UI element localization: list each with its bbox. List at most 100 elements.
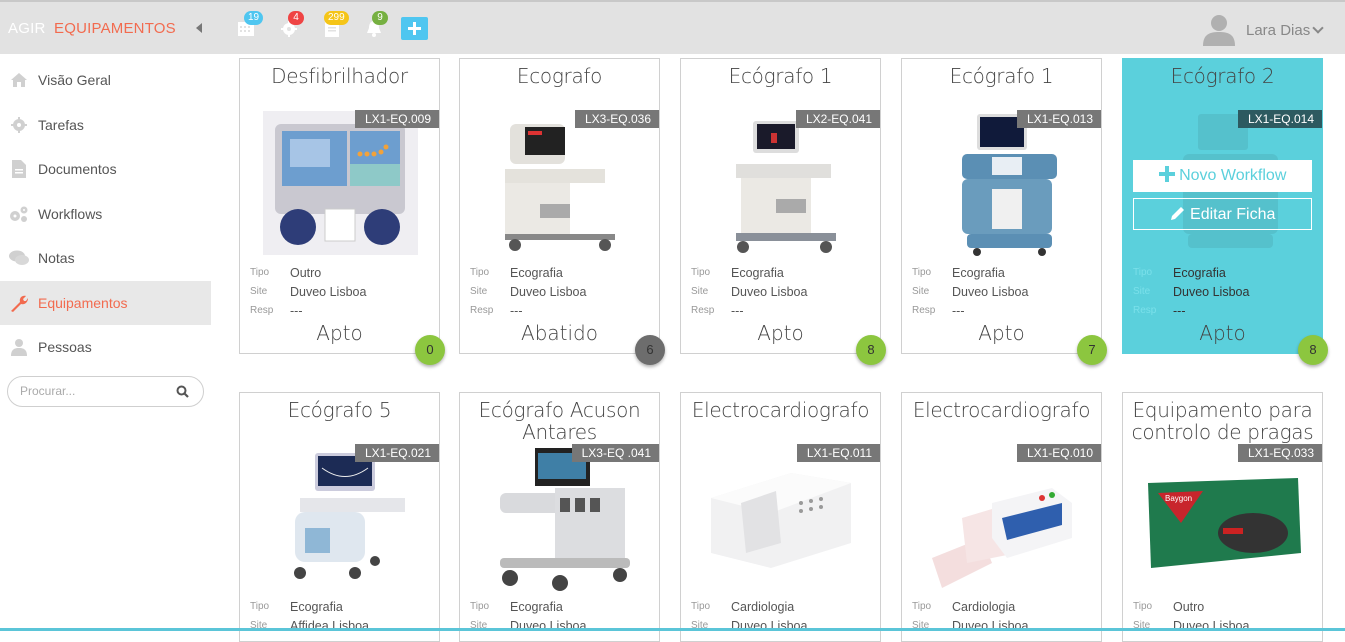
document-badge: 299	[324, 11, 349, 25]
sidebar-item-label: Visão Geral	[38, 72, 111, 89]
svg-text:Baygon: Baygon	[1165, 494, 1192, 503]
equipment-code: LX1-EQ.033	[1237, 444, 1322, 462]
resp-label: Resp	[470, 305, 494, 316]
equipment-image	[922, 443, 1082, 591]
card-details: Tipo Ecografia Site Duveo Lisboa Resp ---	[691, 263, 871, 320]
equipment-card[interactable]: Ecógrafo 5 LX1-EQ.021 Tipo Ecografia Site…	[239, 392, 440, 642]
equipment-code: LX3-EQ.036	[574, 110, 659, 128]
tipo-label: Tipo	[912, 267, 932, 278]
tipo-value: Outro	[1173, 599, 1205, 614]
equipment-card-hovered[interactable]: Ecógrafo 2 LX1-EQ.014 Novo Workflow Edit…	[1122, 58, 1328, 365]
user-icon	[8, 337, 30, 357]
equipment-image	[480, 443, 640, 591]
equipment-image	[922, 109, 1082, 257]
resp-label: Resp	[1133, 305, 1157, 316]
bell-icon[interactable]: 9	[364, 11, 388, 40]
equipment-image	[260, 109, 420, 257]
top-bar: AGIR EQUIPAMENTOS 19 4 299 9 Lara Dias	[0, 0, 1345, 54]
workflow-count-badge[interactable]: 6	[635, 335, 665, 365]
resp-label: Resp	[250, 305, 274, 316]
document-icon	[8, 159, 30, 179]
gear-icon	[8, 115, 30, 135]
document-icon[interactable]: 299	[322, 11, 349, 40]
user-menu[interactable]: Lara Dias	[1202, 14, 1324, 46]
site-value: Duveo Lisboa	[290, 284, 367, 299]
calendar-icon[interactable]: 19	[236, 11, 264, 40]
search-input[interactable]	[20, 383, 170, 398]
status-text: Apto	[1199, 321, 1246, 345]
status-text: Abatido	[521, 321, 598, 345]
workflow-count-badge[interactable]: 7	[1077, 335, 1107, 365]
site-value: Duveo Lisboa	[731, 284, 808, 299]
sidebar-item-documentos[interactable]: Documentos	[0, 147, 211, 192]
resp-value: ---	[510, 303, 523, 318]
workflow-count-badge[interactable]: 8	[1298, 335, 1328, 365]
collapse-sidebar-icon[interactable]	[196, 23, 202, 33]
new-workflow-button[interactable]: Novo Workflow	[1133, 160, 1312, 192]
site-label: Site	[250, 286, 268, 297]
sidebar-item-pessoas[interactable]: Pessoas	[0, 325, 211, 370]
card-title: Ecografo	[516, 64, 603, 88]
card-title: Electrocardiografo	[691, 398, 870, 422]
equipment-card[interactable]: Equipamento para controlo de pragas LX1-…	[1122, 392, 1323, 642]
avatar-icon	[1202, 14, 1236, 46]
equipment-image	[260, 443, 420, 591]
resp-value: ---	[952, 303, 965, 318]
tipo-label: Tipo	[691, 267, 711, 278]
site-label: Site	[470, 286, 488, 297]
add-button[interactable]	[401, 17, 428, 40]
pencil-icon	[1170, 207, 1184, 220]
edit-record-button[interactable]: Editar Ficha	[1133, 198, 1312, 230]
equipment-code: LX2-EQ.041	[795, 110, 880, 128]
sidebar-item-equipamentos[interactable]: Equipamentos	[0, 280, 211, 325]
sidebar-item-visao-geral[interactable]: Visão Geral	[0, 58, 211, 103]
equipment-code: LX1-EQ.010	[1016, 444, 1101, 462]
site-value: Duveo Lisboa	[952, 284, 1029, 299]
equipment-image	[480, 109, 640, 257]
search-icon[interactable]	[176, 385, 189, 398]
resp-value: ---	[731, 303, 744, 318]
gears-icon	[8, 204, 30, 224]
equipment-code: LX1-EQ.014	[1237, 110, 1322, 128]
sidebar-item-label: Equipamentos	[38, 294, 128, 311]
equipment-card[interactable]: Ecógrafo 1 LX2-EQ.041 Tipo Ecografia Site…	[680, 58, 886, 365]
resp-label: Resp	[691, 305, 715, 316]
equipment-card[interactable]: Electrocardiografo LX1-EQ.010 Tipo Cardio…	[901, 392, 1102, 642]
workflow-count-badge[interactable]: 0	[415, 335, 445, 365]
site-value: Duveo Lisboa	[510, 284, 587, 299]
equipment-code: LX1-EQ.021	[354, 444, 439, 462]
card-title: Desfibrilhador	[271, 64, 408, 88]
tipo-label: Tipo	[1133, 601, 1153, 612]
tipo-value: Ecografia	[731, 265, 784, 280]
site-label: Site	[912, 286, 930, 297]
sidebar-item-workflows[interactable]: Workflows	[0, 192, 211, 237]
site-label: Site	[691, 286, 709, 297]
gear-icon[interactable]: 4	[280, 11, 304, 40]
card-details: Tipo Ecografia Site Duveo Lisboa Resp ---	[1133, 263, 1313, 320]
equipment-image: Baygon	[1143, 473, 1303, 573]
user-name: Lara Dias	[1246, 21, 1311, 39]
tipo-value: Outro	[290, 265, 322, 280]
card-title: Ecógrafo 2	[1170, 64, 1275, 88]
equipment-card[interactable]: Ecógrafo 1 LX1-EQ.013 Tipo Ecografia Site…	[901, 58, 1107, 365]
sidebar-item-label: Documentos	[38, 161, 117, 178]
app-brand[interactable]: AGIR	[8, 20, 45, 37]
sidebar-item-label: Notas	[38, 250, 75, 267]
equipment-image	[701, 109, 861, 257]
bell-badge: 9	[372, 11, 388, 25]
tipo-label: Tipo	[470, 267, 490, 278]
sidebar: Visão Geral Tarefas Documentos Workflows…	[0, 58, 211, 407]
card-title: Ecógrafo Acuson Antares	[478, 398, 641, 444]
equipment-card[interactable]: Ecógrafo Acuson Antares LX3-EQ .041 Tipo…	[459, 392, 660, 642]
sidebar-item-notas[interactable]: Notas	[0, 236, 211, 281]
workflow-count-badge[interactable]: 8	[856, 335, 886, 365]
equipment-code: LX3-EQ .041	[571, 444, 659, 462]
sidebar-item-tarefas[interactable]: Tarefas	[0, 103, 211, 148]
chevron-down-icon	[1312, 22, 1324, 34]
equipment-card[interactable]: Ecografo LX3-EQ.036 Tipo Ecografia Site Du…	[459, 58, 665, 365]
home-icon	[8, 70, 30, 90]
equipment-card[interactable]: Desfibrilhador LX1-EQ.009 Tipo Outro Site…	[239, 58, 445, 365]
sidebar-item-label: Pessoas	[38, 339, 92, 356]
equipment-card[interactable]: Electrocardiografo LX1-EQ.011 Tipo Cardio…	[680, 392, 881, 642]
search-box	[7, 375, 204, 407]
